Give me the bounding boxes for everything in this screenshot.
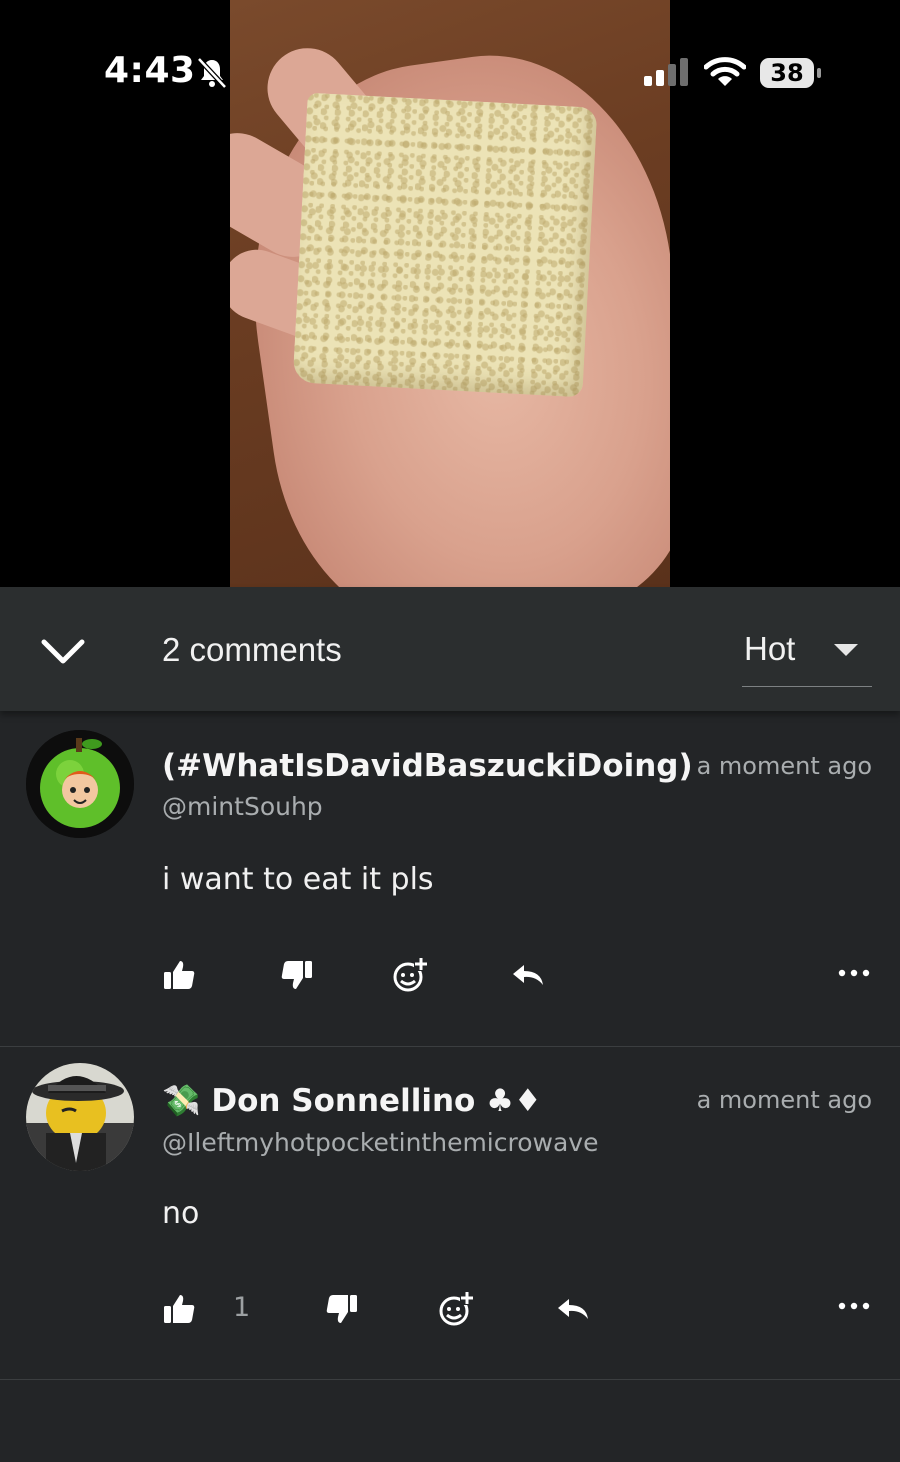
thumbs-down-icon[interactable] [323, 1291, 359, 1327]
like-count: 1 [233, 1292, 251, 1323]
chevron-down-icon[interactable] [36, 630, 90, 674]
comment-timestamp: a moment ago [696, 752, 872, 780]
thumbs-up-icon[interactable] [162, 1291, 198, 1327]
avatar-apple-icon [26, 730, 134, 838]
comment-display-name[interactable]: 💸 Don Sonnellino ♣♦ [162, 1082, 542, 1119]
add-reaction-icon[interactable] [438, 1291, 474, 1327]
cellular-signal-icon [644, 58, 688, 86]
wifi-icon [704, 57, 746, 86]
avatar-gangster-icon [26, 1063, 134, 1171]
avatar[interactable] [26, 730, 134, 838]
battery-indicator: 38 [760, 58, 814, 88]
divider [0, 1379, 900, 1380]
comment-timestamp: a moment ago [696, 1086, 872, 1114]
avatar[interactable] [26, 1063, 134, 1171]
more-options-icon[interactable] [838, 1300, 870, 1312]
comment-text: i want to eat it pls [162, 862, 434, 897]
sort-dropdown[interactable]: Hot [742, 626, 872, 687]
comment-display-name[interactable]: (#WhatIsDavidBaszuckiDoing) [162, 748, 693, 784]
status-time: 4:43 [104, 50, 196, 91]
comment-username[interactable]: @mintSouhp [162, 792, 323, 821]
thumbs-up-icon[interactable] [162, 957, 198, 993]
sort-value: Hot [744, 630, 796, 667]
bell-slash-icon [197, 57, 227, 89]
caret-down-icon [834, 644, 858, 656]
more-options-icon[interactable] [838, 967, 870, 979]
reply-icon[interactable] [510, 957, 546, 993]
comment-count: 2 comments [162, 631, 342, 668]
status-bar: 4:43 38 [0, 0, 900, 140]
thumbs-down-icon[interactable] [278, 957, 314, 993]
reply-icon[interactable] [555, 1291, 591, 1327]
comment-username[interactable]: @Ileftmyhotpocketinthemicrowave [162, 1128, 598, 1157]
battery-tip [817, 68, 821, 78]
add-reaction-icon[interactable] [392, 957, 428, 993]
divider [0, 1046, 900, 1047]
comment-text: no [162, 1196, 200, 1231]
